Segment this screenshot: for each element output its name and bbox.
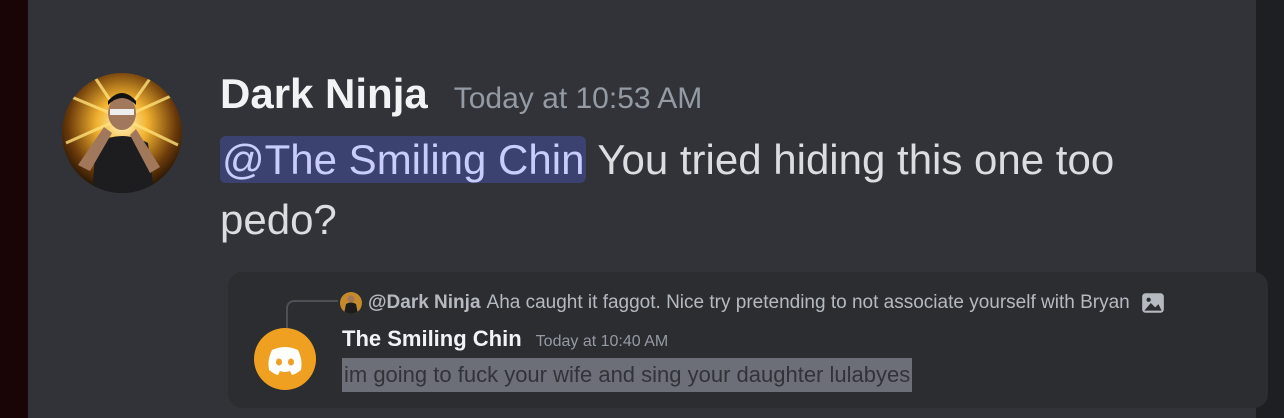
reply-author[interactable]: @Dark Ninja <box>368 292 481 314</box>
embed-timestamp: Today at 10:40 AM <box>535 333 669 350</box>
reply-reference[interactable]: @Dark Ninja Aha caught it faggot. Nice t… <box>340 288 1166 318</box>
user-mention[interactable]: @The Smiling Chin <box>220 136 587 183</box>
reply-avatar-icon <box>340 292 362 314</box>
message-timestamp: Today at 10:53 AM <box>453 82 703 115</box>
quoted-message-embed[interactable]: @Dark Ninja Aha caught it faggot. Nice t… <box>228 272 1268 408</box>
embed-author[interactable]: The Smiling Chin <box>342 326 522 352</box>
user-avatar[interactable] <box>62 73 182 193</box>
image-icon <box>1141 293 1164 313</box>
embed-header: The Smiling Chin Today at 10:40 AM <box>342 326 668 352</box>
ninja-avatar-icon <box>62 73 182 193</box>
chat-message: Dark Ninja Today at 10:53 AM @The Smilin… <box>28 0 1268 418</box>
message-author[interactable]: Dark Ninja <box>220 70 428 118</box>
message-content: @The Smiling Chin You tried hiding this … <box>220 130 1220 250</box>
reply-text: Aha caught it faggot. Nice try pretendin… <box>486 292 1130 313</box>
discord-logo-icon[interactable] <box>254 328 316 390</box>
background-edge-left <box>0 0 28 418</box>
embed-text: im going to fuck your wife and sing your… <box>342 358 913 392</box>
message-header: Dark Ninja Today at 10:53 AM <box>220 70 702 124</box>
reply-spine <box>286 300 338 328</box>
